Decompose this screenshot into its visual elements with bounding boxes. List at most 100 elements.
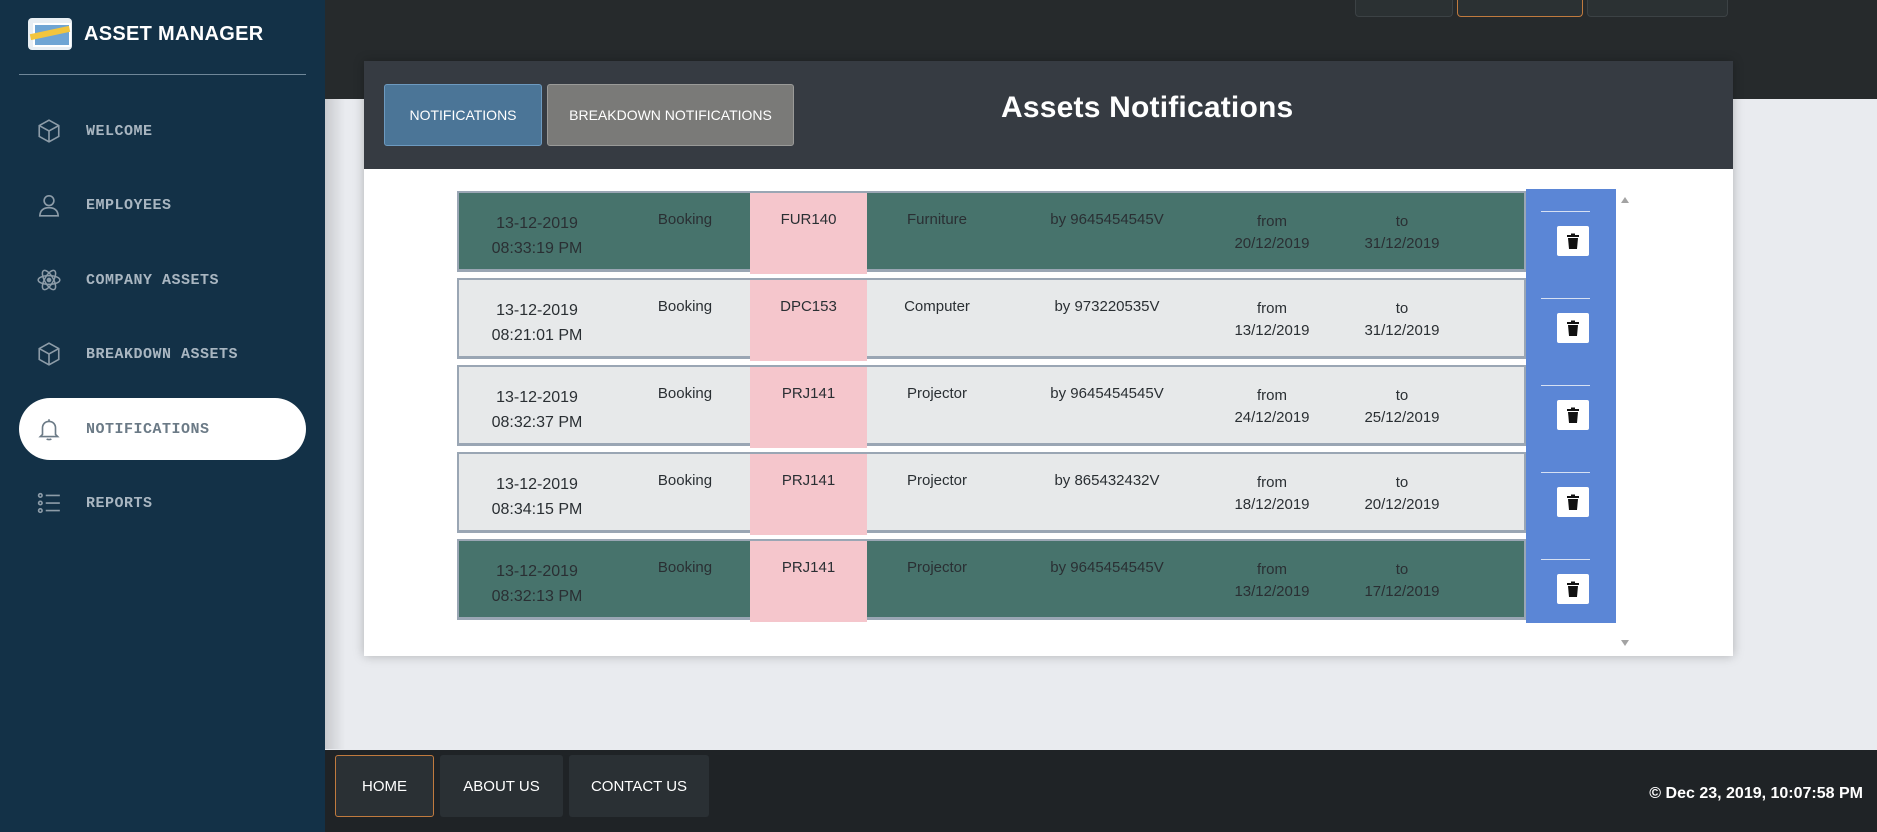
scrollbar[interactable] xyxy=(1616,189,1634,654)
notifications-table[interactable]: 13-12-2019 08:33:19 PM Booking FUR140 Fur… xyxy=(457,189,1634,654)
delete-button[interactable] xyxy=(1557,400,1589,430)
sidebar-item-company-assets[interactable]: COMPANY ASSETS xyxy=(19,249,306,311)
date-cell: 13-12-2019 08:32:37 PM xyxy=(459,367,615,448)
delete-button[interactable] xyxy=(1557,487,1589,517)
category-cell: Projector xyxy=(906,472,968,489)
trash-icon xyxy=(1567,494,1579,510)
asset-code-cell: FUR140 xyxy=(750,193,867,274)
sidebar-item-breakdown-assets[interactable]: BREAKDOWN ASSETS xyxy=(19,323,306,385)
to-label: to xyxy=(1395,387,1409,404)
time-text: 08:32:13 PM xyxy=(491,588,583,605)
booked-by-cell: by 9645454545V xyxy=(1050,385,1164,402)
date-text: 13-12-2019 xyxy=(496,215,578,232)
time-text: 08:33:19 PM xyxy=(491,240,583,257)
from-label: from xyxy=(1257,474,1287,491)
table-row: 13-12-2019 08:33:19 PM Booking FUR140 Fur… xyxy=(457,191,1526,274)
to-label: to xyxy=(1395,300,1409,317)
date-cell: 13-12-2019 08:34:15 PM xyxy=(459,454,615,535)
booked-by-cell: by 9645454545V xyxy=(1050,559,1164,576)
delete-button[interactable] xyxy=(1557,313,1589,343)
to-cell: to 17/12/2019 xyxy=(1337,541,1467,622)
sidebar-item-reports[interactable]: REPORTS xyxy=(19,472,306,534)
date-text: 13-12-2019 xyxy=(496,389,578,406)
sidebar-item-employees[interactable]: EMPLOYEES xyxy=(19,174,306,236)
asset-code-cell: PRJ141 xyxy=(750,454,867,535)
to-date: 31/12/2019 xyxy=(1364,322,1440,339)
cube-icon xyxy=(34,339,64,369)
date-cell: 13-12-2019 08:33:19 PM xyxy=(459,193,615,274)
time-text: 08:34:15 PM xyxy=(491,501,583,518)
category-cell: Projector xyxy=(906,385,968,402)
booked-by-cell: by 865432432V xyxy=(1054,472,1160,489)
brand[interactable]: ASSET MANAGER xyxy=(28,18,263,50)
to-date: 17/12/2019 xyxy=(1364,583,1440,600)
top-button[interactable] xyxy=(1457,0,1583,17)
booked-by-cell: by 9645454545V xyxy=(1050,211,1164,228)
type-cell: Booking xyxy=(657,559,713,576)
time-text: 08:21:01 PM xyxy=(491,327,583,344)
about-us-button[interactable]: ABOUT US xyxy=(440,755,563,817)
card-header: NOTIFICATIONS BREAKDOWN NOTIFICATIONS As… xyxy=(364,61,1733,169)
from-date: 13/12/2019 xyxy=(1234,322,1310,339)
home-button[interactable]: HOME xyxy=(335,755,434,817)
from-label: from xyxy=(1257,561,1287,578)
sidebar-item-label: COMPANY ASSETS xyxy=(86,271,220,289)
top-button[interactable] xyxy=(1587,0,1728,17)
sidebar-item-label: NOTIFICATIONS xyxy=(86,420,210,438)
date-text: 13-12-2019 xyxy=(496,563,578,580)
from-label: from xyxy=(1257,387,1287,404)
sidebar: ASSET MANAGER WELCOME EMPLOYEES COMPANY … xyxy=(0,0,325,832)
date-cell: 13-12-2019 08:21:01 PM xyxy=(459,280,615,361)
tab-breakdown-notifications[interactable]: BREAKDOWN NOTIFICATIONS xyxy=(547,84,794,146)
delete-button[interactable] xyxy=(1557,574,1589,604)
table-row: 13-12-2019 08:32:37 PM Booking PRJ141 Pro… xyxy=(457,365,1526,448)
page-title: Assets Notifications xyxy=(1001,91,1294,124)
contact-us-button[interactable]: CONTACT US xyxy=(569,755,709,817)
table-row: 13-12-2019 08:34:15 PM Booking PRJ141 Pro… xyxy=(457,452,1526,535)
divider xyxy=(1541,211,1590,212)
category-cell: Projector xyxy=(906,559,968,576)
divider xyxy=(1541,559,1590,560)
table-row: 13-12-2019 08:21:01 PM Booking DPC153 Com… xyxy=(457,278,1526,361)
to-cell: to 31/12/2019 xyxy=(1337,280,1467,361)
content-shadow xyxy=(325,99,345,749)
sidebar-item-label: EMPLOYEES xyxy=(86,196,172,214)
date-text: 13-12-2019 xyxy=(496,476,578,493)
scroll-up-arrow-icon[interactable] xyxy=(1621,197,1629,203)
trash-icon xyxy=(1567,407,1579,423)
from-label: from xyxy=(1257,300,1287,317)
divider xyxy=(1541,385,1590,386)
date-text: 13-12-2019 xyxy=(496,302,578,319)
asset-code-cell: PRJ141 xyxy=(750,541,867,622)
from-label: from xyxy=(1257,213,1287,230)
actions-column xyxy=(1526,189,1616,623)
trash-icon xyxy=(1567,581,1579,597)
sidebar-divider xyxy=(19,74,306,75)
top-button[interactable] xyxy=(1355,0,1453,17)
scroll-down-arrow-icon[interactable] xyxy=(1621,640,1629,646)
trash-icon xyxy=(1567,320,1579,336)
type-cell: Booking xyxy=(657,211,713,228)
from-date: 20/12/2019 xyxy=(1234,235,1310,252)
sidebar-item-notifications[interactable]: NOTIFICATIONS xyxy=(19,398,306,460)
footer: HOME ABOUT US CONTACT US © Dec 23, 2019,… xyxy=(325,750,1877,832)
app-logo xyxy=(28,18,72,50)
cube-icon xyxy=(34,116,64,146)
divider xyxy=(1541,298,1590,299)
copyright-text: © Dec 23, 2019, 10:07:58 PM xyxy=(1649,785,1863,802)
from-cell: from 13/12/2019 xyxy=(1207,541,1337,622)
tab-notifications[interactable]: NOTIFICATIONS xyxy=(384,84,542,146)
app-title: ASSET MANAGER xyxy=(84,22,264,45)
to-date: 25/12/2019 xyxy=(1364,409,1440,426)
type-cell: Booking xyxy=(657,298,713,315)
delete-button[interactable] xyxy=(1557,226,1589,256)
list-icon xyxy=(34,488,64,518)
category-cell: Computer xyxy=(904,298,970,315)
type-cell: Booking xyxy=(657,385,713,402)
from-date: 18/12/2019 xyxy=(1234,496,1310,513)
trash-icon xyxy=(1567,233,1579,249)
from-cell: from 13/12/2019 xyxy=(1207,280,1337,361)
to-label: to xyxy=(1395,474,1409,491)
sidebar-item-welcome[interactable]: WELCOME xyxy=(19,100,306,162)
sidebar-item-label: BREAKDOWN ASSETS xyxy=(86,345,239,363)
